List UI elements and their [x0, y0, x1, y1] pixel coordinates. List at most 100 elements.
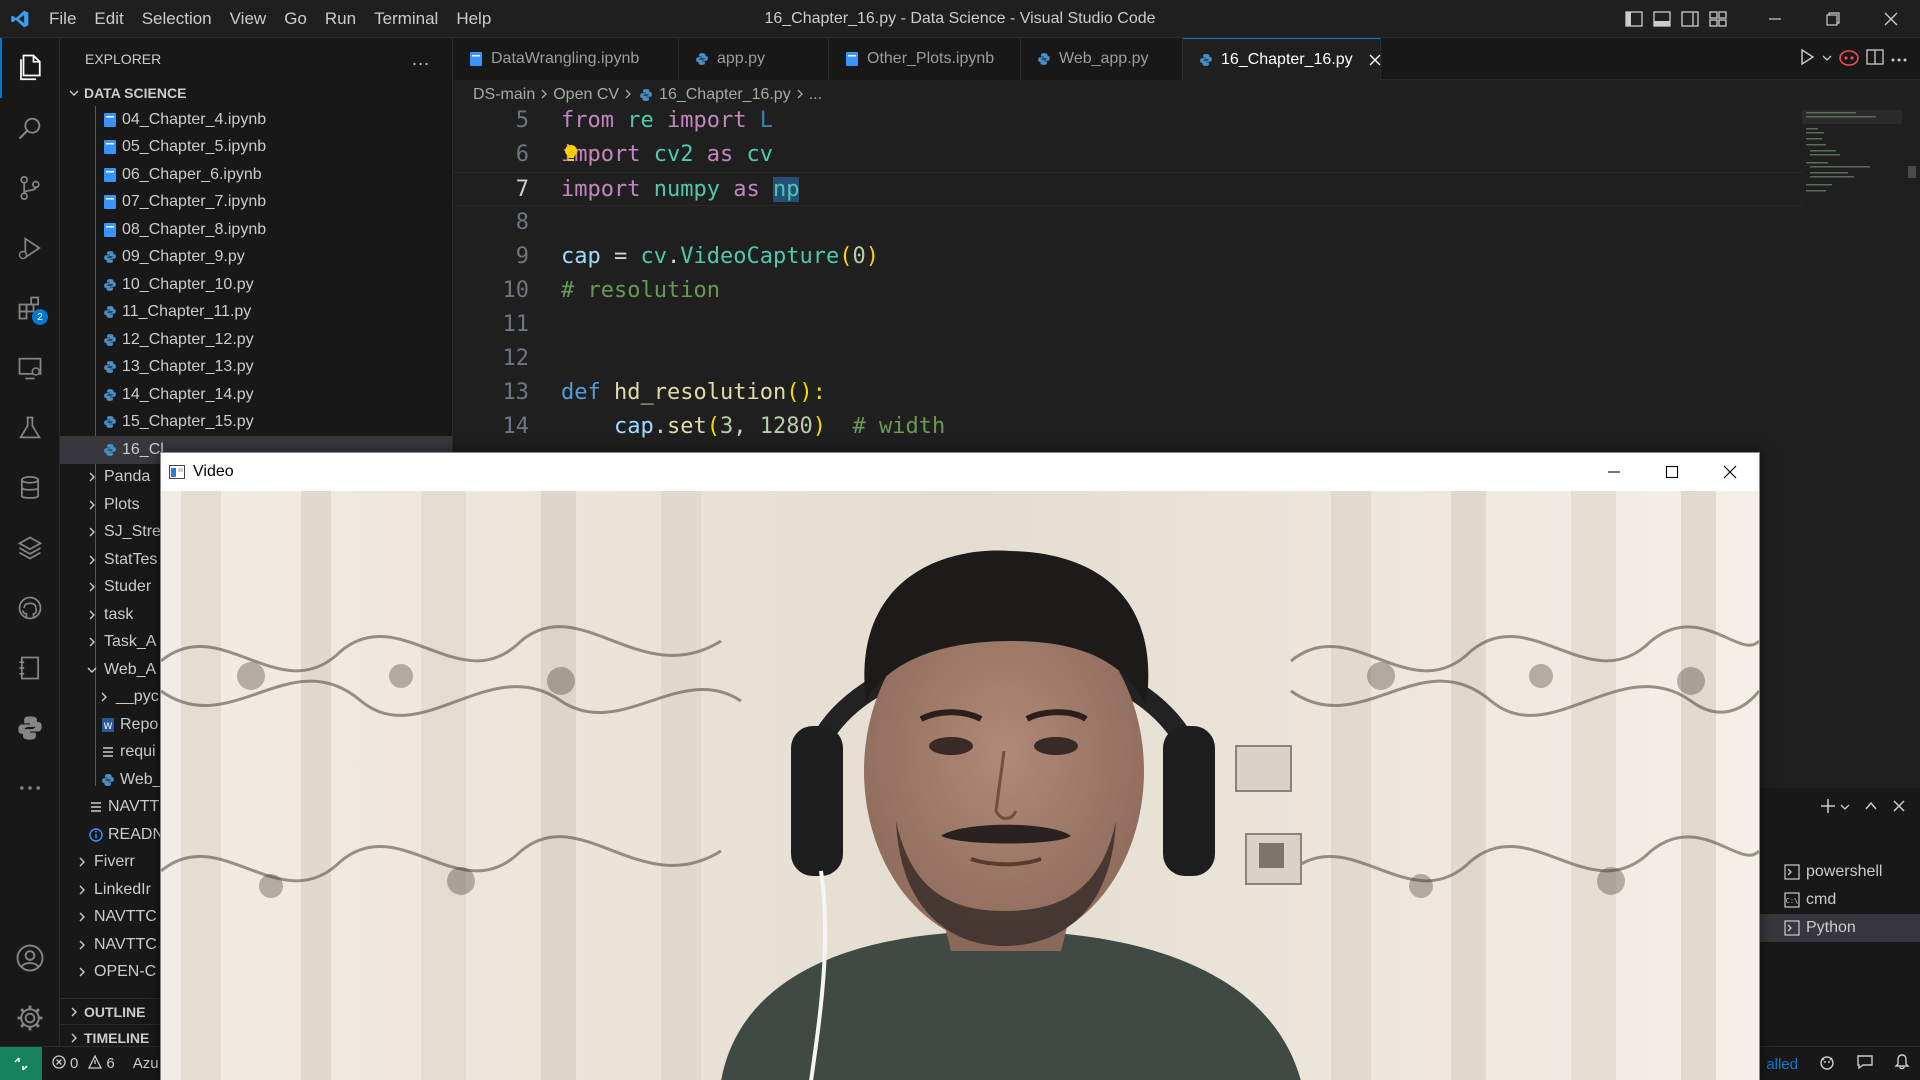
code-line[interactable]: 10 # resolution: [453, 274, 1803, 308]
video-window[interactable]: Video: [160, 452, 1760, 1080]
toggle-primary-sidebar-icon[interactable]: [1620, 5, 1648, 33]
code-line[interactable]: 13 def hd_resolution():: [453, 376, 1803, 410]
video-minimize-button[interactable]: [1585, 453, 1643, 491]
video-maximize-button[interactable]: [1643, 453, 1701, 491]
run-python-file-icon[interactable]: [1798, 48, 1816, 71]
minimize-button[interactable]: [1746, 0, 1804, 38]
tab-app[interactable]: app.py: [679, 38, 829, 80]
layers-icon[interactable]: [0, 518, 60, 578]
python-icon[interactable]: [0, 698, 60, 758]
file-item[interactable]: 04_Chapter_4.ipynb: [60, 106, 452, 134]
video-title-bar[interactable]: Video: [161, 453, 1759, 491]
tab-other-plots[interactable]: Other_Plots.ipynb: [829, 38, 1021, 80]
file-item[interactable]: 08_Chapter_8.ipynb: [60, 216, 452, 244]
accounts-icon[interactable]: [0, 928, 60, 988]
menu-view[interactable]: View: [221, 0, 276, 38]
terminal-dropdown-chevron-icon[interactable]: [1840, 799, 1850, 817]
copilot-icon[interactable]: [1838, 48, 1860, 71]
chevron-right-icon: [84, 581, 100, 593]
code-line[interactable]: 9 cap = cv.VideoCapture(0): [453, 240, 1803, 274]
code-line[interactable]: 6 import cv2 as cv: [453, 138, 1803, 172]
file-item[interactable]: 13_Chapter_13.py: [60, 354, 452, 382]
search-icon[interactable]: [0, 98, 60, 158]
remote-indicator[interactable]: [0, 1046, 42, 1080]
file-item[interactable]: 06_Chaper_6.ipynb: [60, 161, 452, 189]
sidebar-more-button[interactable]: ...: [412, 49, 430, 70]
folder-label: OPEN-C: [94, 963, 157, 981]
close-tab-icon[interactable]: [1369, 54, 1381, 66]
terminal-item[interactable]: C:\ cmd: [1760, 886, 1920, 914]
video-close-button[interactable]: [1701, 453, 1759, 491]
notifications-bell-icon[interactable]: [1894, 1054, 1910, 1074]
folder-label: Task_A: [104, 633, 157, 651]
extensions-icon[interactable]: 2: [0, 278, 60, 338]
new-terminal-plus-icon[interactable]: [1820, 798, 1836, 819]
more-actions-icon[interactable]: [1890, 50, 1908, 68]
file-item[interactable]: 12_Chapter_12.py: [60, 326, 452, 354]
more-views-icon[interactable]: [0, 758, 60, 818]
close-panel-icon[interactable]: [1892, 799, 1906, 818]
workspace-header[interactable]: DATA SCIENCE: [60, 80, 452, 106]
restore-button[interactable]: [1804, 0, 1862, 38]
file-item[interactable]: 15_Chapter_15.py: [60, 409, 452, 437]
info-icon: [86, 828, 106, 842]
database-icon[interactable]: [0, 458, 60, 518]
menu-terminal[interactable]: Terminal: [365, 0, 447, 38]
breadcrumb-item[interactable]: 16_Chapter_16.py: [659, 86, 791, 104]
code-editor[interactable]: 5 from re import L 6 import cv2 as cv 7 impor…: [453, 110, 1920, 450]
feedback-icon[interactable]: [1856, 1054, 1874, 1074]
code-line[interactable]: 11: [453, 308, 1803, 342]
file-item[interactable]: 14_Chapter_14.py: [60, 381, 452, 409]
file-label: READN: [108, 825, 165, 843]
chevron-right-icon: [64, 1006, 84, 1018]
github-icon[interactable]: [0, 578, 60, 638]
menu-selection[interactable]: Selection: [133, 0, 221, 38]
menu-go[interactable]: Go: [275, 0, 316, 38]
status-text[interactable]: alled: [1766, 1056, 1798, 1073]
menu-run[interactable]: Run: [316, 0, 365, 38]
breadcrumb-item[interactable]: ...: [809, 86, 822, 104]
file-item[interactable]: 09_Chapter_9.py: [60, 244, 452, 272]
code-line[interactable]: 5 from re import L: [453, 110, 1803, 138]
tab-datawrangling[interactable]: DataWrangling.ipynb: [453, 38, 679, 80]
terminal-item[interactable]: powershell: [1760, 858, 1920, 886]
file-item[interactable]: 07_Chapter_7.ipynb: [60, 189, 452, 217]
manage-gear-icon[interactable]: [0, 988, 60, 1048]
code-line[interactable]: 12: [453, 342, 1803, 376]
customize-layout-icon[interactable]: [1704, 5, 1732, 33]
scrollbar[interactable]: [1908, 166, 1916, 178]
file-item[interactable]: 11_Chapter_11.py: [60, 299, 452, 327]
code-line[interactable]: 7 import numpy as np: [453, 172, 1803, 206]
notebook-icon[interactable]: [0, 638, 60, 698]
lightbulb-icon[interactable]: [563, 144, 579, 169]
chevron-right-icon: [84, 526, 100, 538]
run-dropdown-chevron-icon[interactable]: [1822, 50, 1832, 68]
file-item[interactable]: 05_Chapter_5.ipynb: [60, 134, 452, 162]
breadcrumb-item[interactable]: DS-main: [473, 86, 535, 104]
problems-indicator[interactable]: 0 6: [52, 1054, 115, 1073]
toggle-secondary-sidebar-icon[interactable]: [1676, 5, 1704, 33]
tab-16-chapter-16[interactable]: 16_Chapter_16.py: [1183, 38, 1381, 80]
run-debug-icon[interactable]: [0, 218, 60, 278]
live-share-icon[interactable]: [1818, 1054, 1836, 1074]
code-line[interactable]: 8: [453, 206, 1803, 240]
menu-help[interactable]: Help: [447, 0, 500, 38]
close-window-button[interactable]: [1862, 0, 1920, 38]
remote-explorer-icon[interactable]: [0, 338, 60, 398]
line-number: 6: [515, 142, 529, 167]
azure-status[interactable]: Azu: [133, 1055, 159, 1072]
explorer-icon[interactable]: [0, 38, 60, 98]
menu-edit[interactable]: Edit: [85, 0, 132, 38]
code-line[interactable]: 14 cap.set(3, 1280) # width: [453, 410, 1803, 444]
terminal-item[interactable]: Python: [1760, 914, 1920, 942]
split-editor-icon[interactable]: [1866, 48, 1884, 70]
testing-icon[interactable]: [0, 398, 60, 458]
maximize-panel-icon[interactable]: [1864, 799, 1878, 818]
minimap[interactable]: [1802, 110, 1902, 200]
breadcrumb-item[interactable]: Open CV: [553, 86, 619, 104]
toggle-panel-icon[interactable]: [1648, 5, 1676, 33]
source-control-icon[interactable]: [0, 158, 60, 218]
tab-web-app[interactable]: Web_app.py: [1021, 38, 1183, 80]
menu-file[interactable]: File: [40, 0, 85, 38]
file-item[interactable]: 10_Chapter_10.py: [60, 271, 452, 299]
